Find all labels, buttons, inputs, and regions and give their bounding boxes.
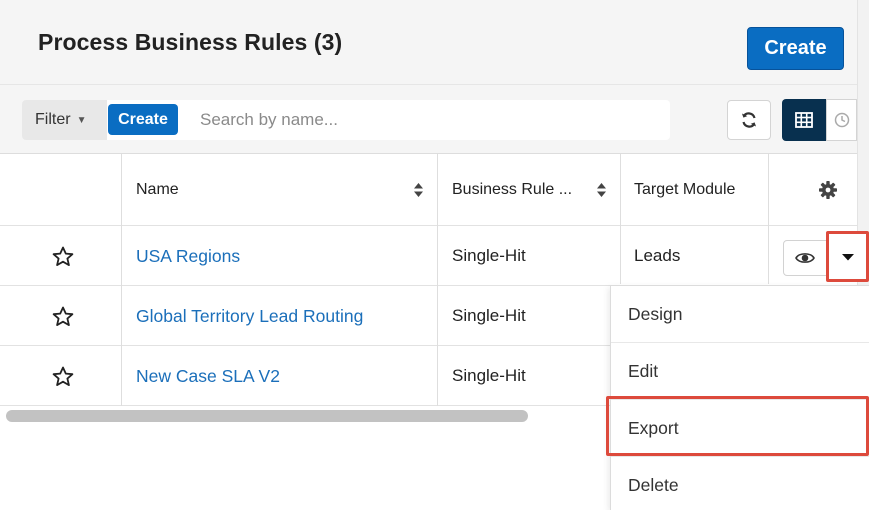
- record-name-link[interactable]: Global Territory Lead Routing: [136, 286, 363, 346]
- menu-item-export[interactable]: Export: [611, 400, 869, 457]
- caret-down-icon: ▼: [76, 114, 87, 126]
- filter-bar: Filter ▼ Create: [0, 84, 857, 154]
- business-rule-type-cell: Single-Hit: [452, 366, 526, 385]
- horizontal-scrollbar[interactable]: [0, 406, 610, 428]
- column-divider: [768, 154, 769, 284]
- timeline-view-button[interactable]: [826, 99, 857, 141]
- column-settings-button[interactable]: [818, 154, 838, 226]
- column-header-business-rule-type-label: Business Rule ...: [452, 181, 573, 198]
- star-outline-icon: [52, 246, 74, 266]
- menu-item-delete[interactable]: Delete: [611, 457, 869, 510]
- favorite-toggle[interactable]: [52, 226, 74, 286]
- business-rule-type-cell: Single-Hit: [452, 246, 526, 265]
- menu-item-edit[interactable]: Edit: [611, 343, 869, 400]
- scrollbar-thumb[interactable]: [6, 410, 528, 422]
- target-module-cell: Leads: [634, 246, 681, 265]
- menu-item-design[interactable]: Design: [611, 286, 869, 343]
- table-view-button[interactable]: [782, 99, 826, 141]
- column-header-target-module-label: Target Module: [634, 181, 736, 198]
- column-divider: [437, 154, 438, 406]
- preview-button[interactable]: [783, 240, 827, 276]
- sort-icon[interactable]: [596, 182, 607, 198]
- gear-icon: [819, 181, 837, 199]
- record-name-link[interactable]: New Case SLA V2: [136, 346, 280, 406]
- clock-icon: [834, 112, 849, 128]
- table-view-icon: [795, 112, 813, 128]
- caret-down-icon: [841, 253, 854, 260]
- record-name: USA Regions: [136, 245, 241, 266]
- column-header-name-label: Name: [136, 181, 179, 198]
- column-divider: [620, 154, 621, 284]
- column-header-target-module[interactable]: Target Module: [634, 154, 735, 226]
- refresh-button[interactable]: [727, 100, 771, 140]
- row-actions-dropdown-button[interactable]: [826, 231, 869, 282]
- page-header: Process Business Rules (3) Create: [0, 0, 857, 84]
- record-name: New Case SLA V2: [136, 365, 280, 386]
- eye-icon: [795, 253, 815, 263]
- search-input[interactable]: [186, 100, 656, 140]
- record-name-link[interactable]: USA Regions: [136, 226, 240, 286]
- record-name: Global Territory Lead Routing: [136, 305, 364, 326]
- create-button[interactable]: Create: [747, 27, 844, 70]
- filter-label: Filter: [35, 111, 71, 128]
- create-filter-button[interactable]: Create: [108, 104, 178, 135]
- column-header-business-rule-type[interactable]: Business Rule ...: [452, 154, 572, 226]
- row-actions-menu: Design Edit Export Delete: [610, 285, 869, 510]
- business-rule-type-cell: Single-Hit: [452, 306, 526, 325]
- filter-dropdown[interactable]: Filter ▼: [22, 100, 107, 140]
- column-divider: [121, 154, 122, 406]
- page-title: Process Business Rules (3): [38, 29, 343, 55]
- column-header-name[interactable]: Name: [136, 154, 179, 226]
- favorite-toggle[interactable]: [52, 286, 74, 346]
- favorite-toggle[interactable]: [52, 346, 74, 406]
- table-row: USA Regions Single-Hit Leads: [0, 226, 857, 286]
- star-outline-icon: [52, 366, 74, 386]
- refresh-icon: [742, 112, 756, 128]
- table-header-row: Name Business Rule ... Target Module: [0, 154, 857, 226]
- star-outline-icon: [52, 306, 74, 326]
- sort-icon[interactable]: [413, 182, 424, 198]
